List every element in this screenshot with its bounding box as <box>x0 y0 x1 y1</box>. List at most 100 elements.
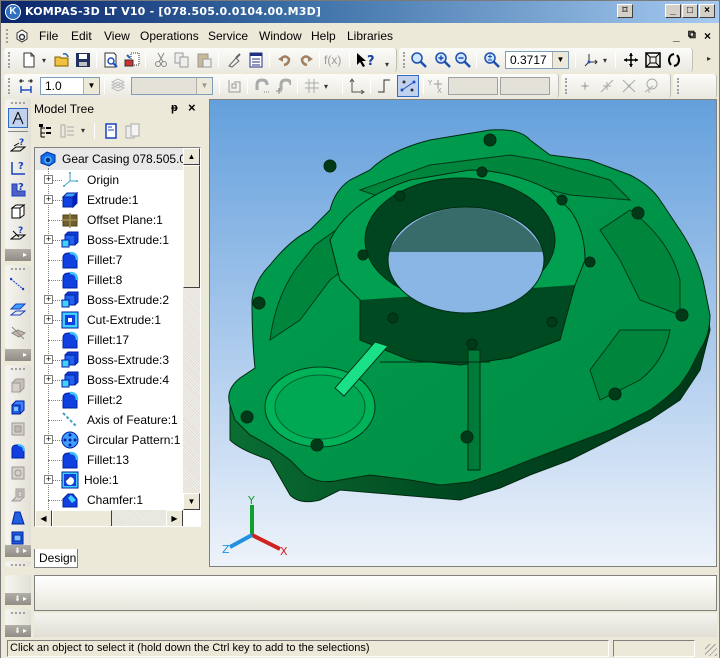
menu-window[interactable]: Window <box>259 29 302 43</box>
menu-operations[interactable]: Operations <box>140 29 199 43</box>
open-folder-icon[interactable] <box>54 52 70 68</box>
save-icon[interactable] <box>75 52 91 68</box>
menu-file[interactable]: File <box>39 29 58 43</box>
toolbar-grip[interactable] <box>11 564 25 566</box>
toolbar-grip[interactable] <box>565 78 567 94</box>
tree-vertical-scrollbar[interactable]: ▲ ▼ <box>183 148 200 510</box>
pan-icon[interactable] <box>623 52 639 68</box>
solid-icon[interactable] <box>10 203 26 219</box>
zoom-dropdown-arrow-icon[interactable]: ▼ <box>552 52 568 68</box>
doc-restore-button[interactable]: ⧉ <box>688 29 696 42</box>
zoom-in-icon[interactable] <box>435 52 451 68</box>
y-coordinate-field[interactable] <box>500 77 550 95</box>
zoom-scale-combo[interactable]: 0.3717 ▼ <box>505 51 569 69</box>
menu-help[interactable]: Help <box>311 29 336 43</box>
tree-document-icon[interactable] <box>103 123 119 139</box>
orthogonal-icon[interactable] <box>349 78 365 94</box>
tree-item[interactable]: + Origin <box>35 170 185 190</box>
cut-extrude-disabled-icon[interactable] <box>10 421 26 437</box>
expand-group-icon[interactable]: ▸ <box>5 349 31 361</box>
tree-item[interactable]: + Extrude:1 <box>35 190 185 210</box>
tree-copy-icon[interactable] <box>125 123 141 139</box>
zoom-dynamic-icon[interactable] <box>484 52 500 68</box>
snap-circle-icon[interactable] <box>643 78 659 94</box>
scroll-left-button[interactable]: ◀ <box>35 510 52 526</box>
tree-item[interactable]: + Boss-Extrude:1 <box>35 230 185 250</box>
copy-icon[interactable] <box>174 52 190 68</box>
toolbar-grip[interactable] <box>8 78 10 94</box>
resize-grip[interactable] <box>705 644 717 656</box>
tree-item[interactable]: + Hole:1 <box>35 470 185 490</box>
toolbar-grip[interactable] <box>11 612 25 614</box>
toolbar-grip[interactable] <box>11 368 25 370</box>
tree-item[interactable]: Fillet:13 <box>35 450 185 470</box>
local-cs-icon[interactable] <box>226 78 242 94</box>
tree-structure-icon[interactable] <box>38 123 54 139</box>
snap-mode-button[interactable] <box>397 75 419 97</box>
function-button[interactable]: f(x) <box>324 53 346 69</box>
layer-dropdown-arrow-icon[interactable]: ▼ <box>196 78 212 94</box>
scroll-thumb[interactable] <box>52 510 112 526</box>
cursor-step-icon[interactable] <box>18 78 34 94</box>
expand-group-icon[interactable]: ⇟ ▸ <box>5 545 31 557</box>
expand-group-icon[interactable]: ⇟ ▸ <box>5 593 31 605</box>
toolbar-overflow-icon[interactable]: ▸ <box>707 54 716 64</box>
grid-dropdown-icon[interactable]: ▾ <box>324 82 333 92</box>
tree-item[interactable]: + Boss-Extrude:3 <box>35 350 185 370</box>
menu-edit[interactable]: Edit <box>71 29 92 43</box>
redo-icon[interactable] <box>298 52 314 68</box>
tree-item[interactable]: + Boss-Extrude:4 <box>35 370 185 390</box>
tree-item[interactable]: Chamfer:1 <box>35 490 185 510</box>
print-preview-icon[interactable] <box>103 52 119 68</box>
plane-query-icon[interactable]: ? <box>10 137 26 153</box>
layer-combo[interactable]: ▼ <box>131 77 213 95</box>
fillet-feature-icon[interactable] <box>10 443 26 459</box>
x-coordinate-field[interactable] <box>448 77 498 95</box>
tree-item[interactable]: + Circular Pattern:1 <box>35 430 185 450</box>
orientation-dropdown-icon[interactable]: ▾ <box>603 56 612 66</box>
expand-icon[interactable]: + <box>44 295 53 304</box>
document-3d-icon[interactable] <box>14 28 30 44</box>
scroll-down-button[interactable]: ▼ <box>183 493 200 510</box>
shell-disabled-icon[interactable] <box>10 487 26 503</box>
expand-icon[interactable]: + <box>44 175 53 184</box>
paste-icon[interactable] <box>196 52 212 68</box>
zoom-fit-icon[interactable] <box>645 52 661 68</box>
expand-icon[interactable]: + <box>44 235 53 244</box>
tree-filter-icon[interactable] <box>60 123 76 139</box>
tree-item[interactable]: Fillet:2 <box>35 390 185 410</box>
3d-viewport[interactable]: Y X Z <box>209 99 717 567</box>
tree-horizontal-scrollbar[interactable]: ◀ ▶ <box>35 510 183 526</box>
zoom-window-icon[interactable] <box>411 52 427 68</box>
expand-icon[interactable]: + <box>44 375 53 384</box>
toolbar-grip[interactable] <box>11 102 25 104</box>
document-properties-icon[interactable] <box>124 52 140 68</box>
expand-icon[interactable]: + <box>44 475 53 484</box>
cut-icon[interactable] <box>153 52 169 68</box>
snap-line-icon[interactable] <box>599 78 615 94</box>
pin-panel-icon[interactable]: ᵽ <box>171 102 178 114</box>
undo-icon[interactable] <box>277 52 293 68</box>
coordinates-icon[interactable]: YX <box>428 78 444 94</box>
table-icon[interactable] <box>248 52 264 68</box>
tree-item[interactable]: + Cut-Extrude:1 <box>35 310 185 330</box>
minimize-button[interactable]: _ <box>665 4 681 18</box>
snap-point-icon[interactable] <box>577 78 593 94</box>
scroll-thumb[interactable] <box>183 165 200 288</box>
draft-icon[interactable] <box>10 509 26 525</box>
toolbar-grip[interactable] <box>403 52 405 68</box>
snap-magnet-icon[interactable] <box>254 78 270 94</box>
tree-item[interactable]: Fillet:7 <box>35 250 185 270</box>
menu-service[interactable]: Service <box>208 29 248 43</box>
toolbar-grip[interactable] <box>6 29 9 43</box>
sketch-button[interactable] <box>8 108 28 128</box>
tree-root-row[interactable]: Gear Casing 078.505.0.0104.00 <box>35 148 200 170</box>
step-dropdown-arrow-icon[interactable]: ▼ <box>83 78 99 94</box>
tree-filter-dropdown-icon[interactable]: ▾ <box>81 126 90 136</box>
toolbar-grip[interactable] <box>11 268 25 270</box>
shell-icon[interactable] <box>10 529 26 545</box>
close-button[interactable]: × <box>699 4 715 18</box>
context-help-icon[interactable]: ? <box>356 52 376 68</box>
maximize-button[interactable]: □ <box>682 4 698 18</box>
doc-minimize-button[interactable]: _ <box>673 29 680 43</box>
